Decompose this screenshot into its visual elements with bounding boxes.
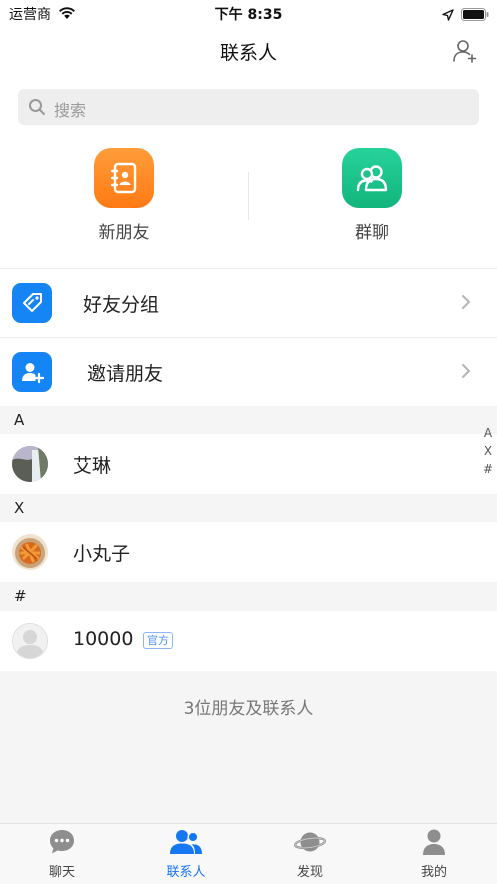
- tab-chat[interactable]: 聊天: [0, 828, 124, 880]
- index-letter[interactable]: A: [480, 424, 496, 442]
- status-time: 下午 8:35: [214, 7, 283, 23]
- index-letter[interactable]: #: [480, 460, 496, 478]
- invite-friends-row[interactable]: 邀请朋友: [0, 338, 497, 406]
- section-header-a: A: [0, 406, 497, 434]
- search-icon: [28, 98, 46, 120]
- group-chat-button[interactable]: 群聊: [302, 148, 442, 243]
- new-friends-button[interactable]: 新朋友: [54, 148, 194, 243]
- contact-row[interactable]: 小丸子: [0, 522, 497, 582]
- invite-user-icon: [12, 352, 52, 392]
- page-title: 联系人: [219, 42, 277, 64]
- search-area: 搜索: [0, 76, 497, 138]
- contact-count: 3位朋友及联系人: [183, 699, 314, 719]
- tab-label: 发现: [296, 865, 323, 880]
- invite-friends-label: 邀请朋友: [87, 363, 164, 385]
- contact-name: 10000: [73, 628, 134, 650]
- alphabet-index[interactable]: A X #: [480, 424, 496, 478]
- search-input[interactable]: 搜索: [18, 89, 479, 125]
- official-badge: 官方: [143, 632, 173, 649]
- tag-icon: [12, 283, 52, 323]
- navigation-bar: 联系人: [0, 26, 497, 76]
- friend-groups-label: 好友分组: [83, 294, 160, 316]
- tab-me[interactable]: 我的: [372, 828, 496, 880]
- contact-name: 艾琳: [73, 455, 112, 477]
- section-letter: #: [14, 587, 27, 605]
- search-placeholder: 搜索: [54, 101, 87, 120]
- add-contact-icon[interactable]: [452, 38, 478, 68]
- contact-row[interactable]: 艾琳: [0, 434, 497, 494]
- index-letter[interactable]: X: [480, 442, 496, 460]
- section-header-x: X: [0, 494, 497, 522]
- battery-icon: [461, 6, 489, 25]
- contact-name: 小丸子: [73, 543, 131, 565]
- profile-icon: [420, 829, 448, 860]
- contact-row[interactable]: 10000 官方: [0, 611, 497, 671]
- quick-divider: [248, 172, 249, 220]
- status-bar: 运营商 下午 8:35: [0, 0, 497, 26]
- group-icon: [342, 148, 402, 208]
- section-letter: A: [14, 411, 25, 429]
- chevron-right-icon: [460, 362, 472, 384]
- avatar: [12, 446, 48, 482]
- tab-label: 聊天: [48, 865, 75, 880]
- planet-icon: [294, 832, 326, 860]
- group-chat-label: 群聊: [355, 223, 389, 243]
- contacts-icon: [168, 830, 204, 860]
- tab-bar: 聊天 联系人 发现 我的: [0, 823, 497, 884]
- tab-label: 联系人: [166, 865, 206, 880]
- avatar: [12, 534, 48, 570]
- location-arrow-icon: [442, 6, 454, 25]
- section-letter: X: [14, 499, 25, 517]
- avatar: [12, 623, 48, 659]
- tab-discover[interactable]: 发现: [248, 828, 372, 880]
- section-header-hash: #: [0, 582, 497, 610]
- friend-groups-row[interactable]: 好友分组: [0, 269, 497, 337]
- new-friends-label: 新朋友: [98, 223, 150, 243]
- contact-book-icon: [94, 148, 154, 208]
- chat-icon: [48, 830, 76, 860]
- tab-contacts[interactable]: 联系人: [124, 828, 248, 880]
- chevron-right-icon: [460, 293, 472, 315]
- tab-label: 我的: [420, 865, 447, 880]
- quick-entries: 新朋友 群聊: [0, 138, 497, 268]
